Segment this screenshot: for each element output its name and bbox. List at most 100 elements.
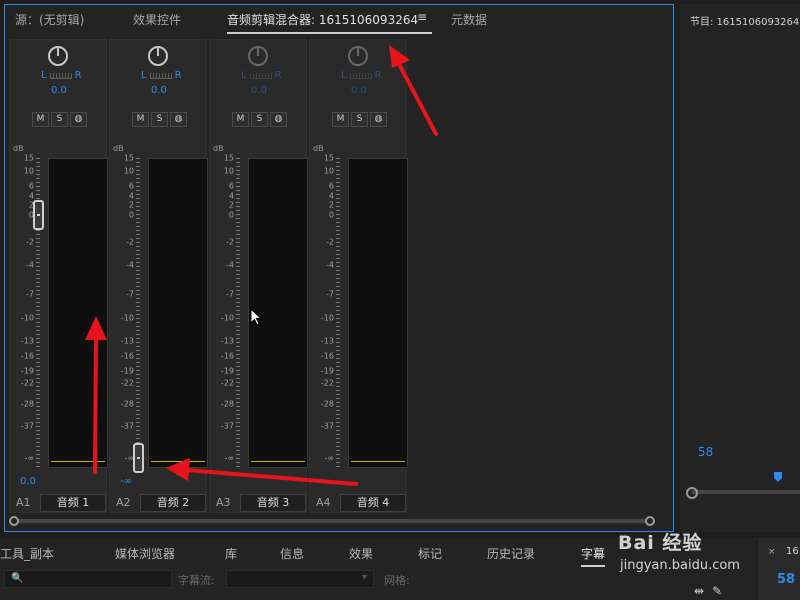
solo-button[interactable]: S	[51, 112, 68, 127]
db-tick-label: 15	[23, 153, 34, 163]
db-tick-label: 2	[228, 200, 234, 210]
solo-button[interactable]: S	[351, 112, 368, 127]
timeline-timecode[interactable]: 58	[777, 572, 795, 587]
track-id: A4	[316, 496, 331, 509]
tab-libraries[interactable]: 库	[225, 545, 237, 562]
track-name-field[interactable]: 音频 4	[340, 494, 406, 512]
track-id: A3	[216, 496, 231, 509]
db-tick-label: -28	[20, 399, 34, 409]
tab-info[interactable]: 信息	[280, 545, 304, 562]
db-tick-label: 2	[328, 200, 334, 210]
solo-button[interactable]: S	[251, 112, 268, 127]
db-scale: 15 10 6 4 2 0 -2 -4 -7 -10 -13 -16 -19 -22 -28 -37 -∞	[310, 154, 334, 468]
db-tick-label: -37	[220, 421, 234, 431]
tab-history[interactable]: 历史记录	[487, 545, 535, 562]
tab-effect-controls[interactable]: 效果控件	[133, 11, 181, 28]
mixer-horizontal-scrollbar[interactable]	[9, 516, 655, 526]
program-monitor-panel: 节目: 1615106093264 58	[680, 4, 800, 532]
db-tick-label: -13	[220, 336, 234, 346]
program-zoom-scrollbar[interactable]	[686, 487, 800, 499]
chevron-down-icon: ▾	[361, 572, 367, 583]
db-tick-label: -28	[320, 399, 334, 409]
db-tick-label: 6	[28, 181, 34, 191]
track-name-field[interactable]: 音频 2	[140, 494, 206, 512]
pan-ticks	[149, 72, 172, 79]
mixer-tab-bar: 源：(无剪辑) 效果控件 音频剪辑混合器: 1615106093264 ≡ 元数…	[5, 5, 673, 37]
playhead-marker-icon[interactable]	[774, 472, 782, 482]
track-buttons: M S ◍	[32, 112, 87, 127]
mute-button[interactable]: M	[132, 112, 149, 127]
pan-lr-indicator: LR	[41, 70, 82, 81]
db-ruler	[336, 158, 340, 468]
program-title[interactable]: 节目: 1615106093264	[690, 13, 799, 28]
db-tick-label: -4	[126, 260, 134, 270]
volume-fader[interactable]	[33, 200, 44, 230]
tab-captions[interactable]: 字幕	[581, 545, 606, 567]
db-tick-label: 10	[23, 166, 34, 176]
db-tick-label: -10	[120, 313, 134, 323]
record-button[interactable]: ◍	[270, 112, 287, 127]
volume-value[interactable]: -∞	[120, 476, 132, 487]
db-tick-label: 10	[323, 166, 334, 176]
tab-media-browser[interactable]: 媒体浏览器	[115, 545, 175, 562]
db-tick-label: 4	[228, 191, 234, 201]
pan-knob-icon[interactable]	[248, 46, 268, 66]
tab-tools-copy[interactable]: 工具_副本	[0, 545, 54, 562]
scrollbar-track[interactable]	[17, 519, 647, 523]
mute-button[interactable]: M	[232, 112, 249, 127]
db-tick-label: -22	[20, 378, 34, 388]
timeline-tab-label[interactable]: 16	[786, 546, 799, 557]
record-button[interactable]: ◍	[170, 112, 187, 127]
db-tick-label: -22	[220, 378, 234, 388]
mixer-track-a4: L R 0.0 M S ◍ dB 15 10 6 4 2 0 -2 -4 -7 -10 -13 -16 -19 -22-…	[309, 39, 408, 513]
solo-button[interactable]: S	[151, 112, 168, 127]
track-name-field[interactable]: 音频 3	[240, 494, 306, 512]
pan-knob-icon[interactable]	[148, 46, 168, 66]
mute-button[interactable]: M	[32, 112, 49, 127]
tab-audio-clip-mixer[interactable]: 音频剪辑混合器: 1615106093264	[227, 11, 433, 34]
track-name-field[interactable]: 音频 1	[40, 494, 106, 512]
panel-menu-icon[interactable]: ≡	[417, 10, 427, 24]
tab-source[interactable]: 源：(无剪辑)	[15, 11, 84, 28]
caption-stream-select[interactable]: ▾	[226, 570, 374, 588]
db-tick-label: -22	[320, 378, 334, 388]
db-tick-label: -7	[26, 289, 34, 299]
program-timecode[interactable]: 58	[698, 445, 713, 459]
db-tick-label: 6	[228, 181, 234, 191]
db-scale: 15 10 6 4 2 0 -2 -4 -7 -10 -13 -16 -19 -22 -28 -37 -∞	[110, 154, 134, 468]
db-tick-label: 15	[123, 153, 134, 163]
volume-value[interactable]: 0.0	[20, 476, 36, 487]
db-tick-label: -28	[120, 399, 134, 409]
db-tick-label: -10	[220, 313, 234, 323]
volume-fader[interactable]	[133, 443, 144, 473]
pan-knob-icon[interactable]	[348, 46, 368, 66]
pan-right-label: R	[274, 70, 282, 81]
db-tick-label: 0	[228, 210, 234, 220]
pan-knob-icon[interactable]	[48, 46, 68, 66]
db-tick-label: -19	[320, 366, 334, 376]
pan-lr-indicator: LR	[241, 70, 282, 81]
pan-value[interactable]: 0.0	[51, 85, 67, 96]
search-input[interactable]: 🔍	[4, 570, 172, 588]
scrollbar-left-handle[interactable]	[9, 516, 19, 526]
db-tick-label: -∞	[224, 453, 234, 463]
close-icon[interactable]: ×	[768, 547, 776, 557]
tab-metadata[interactable]: 元数据	[451, 11, 487, 28]
db-tick-label: -4	[26, 260, 34, 270]
tab-markers[interactable]: 标记	[418, 545, 442, 562]
pan-value[interactable]: 0.0	[251, 85, 267, 96]
pan-value[interactable]: 0.0	[151, 85, 167, 96]
razor-icon[interactable]: ✎	[712, 584, 722, 598]
db-tick-label: -7	[126, 289, 134, 299]
grid-label: 网格:	[384, 574, 410, 587]
db-tick-label: 4	[28, 191, 34, 201]
mute-button[interactable]: M	[332, 112, 349, 127]
tab-effects[interactable]: 效果	[349, 545, 373, 562]
track-buttons: M S ◍	[132, 112, 187, 127]
ripple-edit-icon[interactable]: ⇹	[694, 584, 704, 598]
pan-value[interactable]: 0.0	[351, 85, 367, 96]
record-button[interactable]: ◍	[370, 112, 387, 127]
pan-left-label: L	[341, 70, 347, 81]
pan-lr-indicator: LR	[341, 70, 382, 81]
record-button[interactable]: ◍	[70, 112, 87, 127]
